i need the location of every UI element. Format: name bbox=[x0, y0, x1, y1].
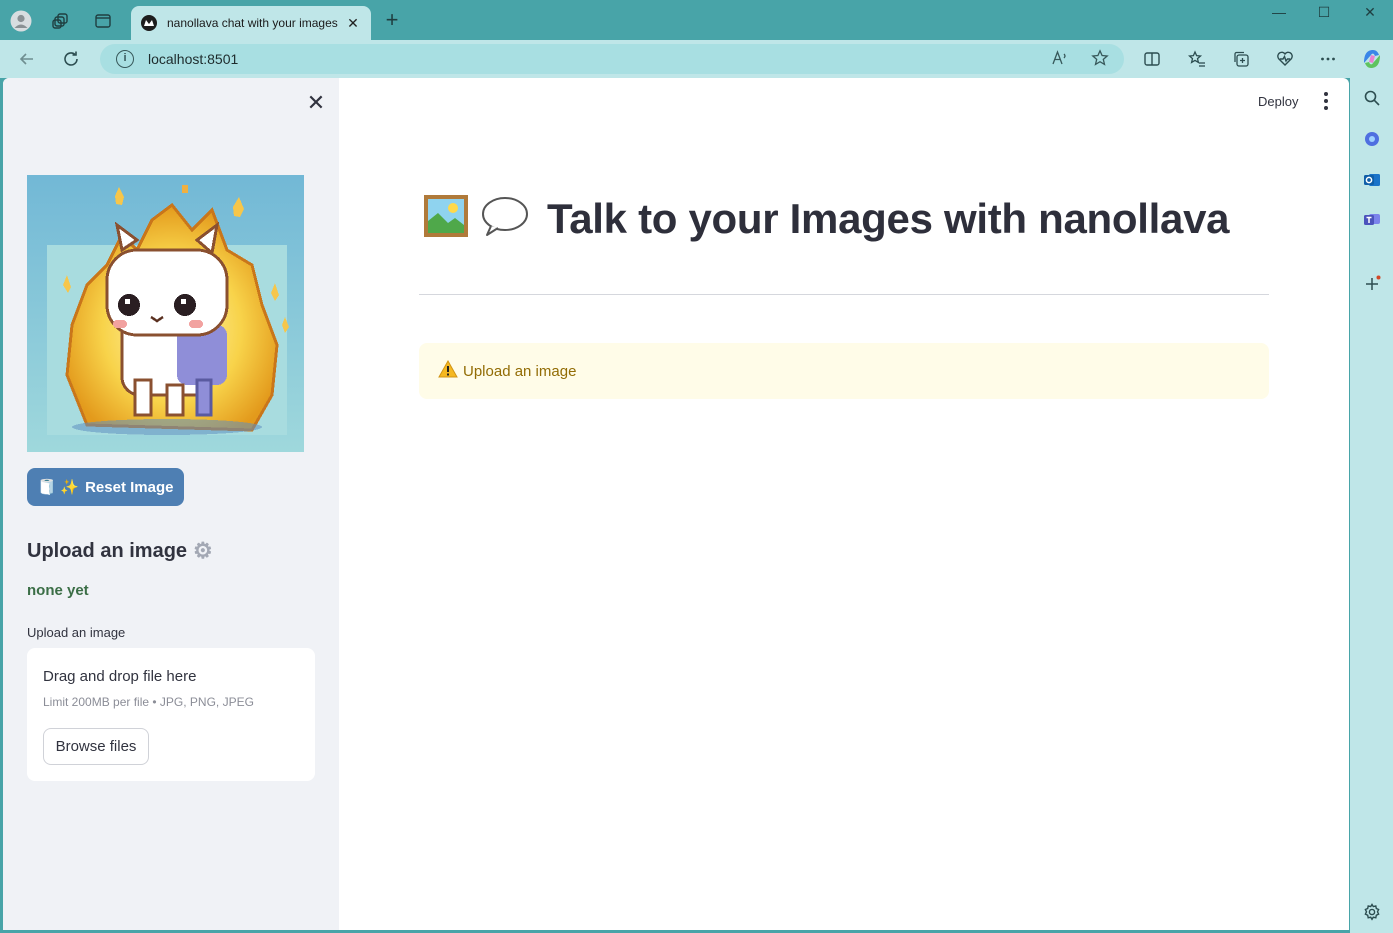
reset-image-label: Reset Image bbox=[85, 478, 174, 496]
url-text[interactable]: localhost:8501 bbox=[148, 51, 238, 67]
browser-essentials-icon[interactable] bbox=[1274, 48, 1296, 70]
upload-status-text: none yet bbox=[27, 582, 89, 599]
browser-nav-bar: i localhost:8501 bbox=[0, 40, 1393, 78]
sidebar-settings-icon[interactable] bbox=[1362, 902, 1382, 922]
page-title-text: Talk to your Images with nanollava bbox=[547, 194, 1230, 242]
close-sidebar-icon[interactable]: ✕ bbox=[304, 92, 328, 116]
tab-title: nanollava chat with your images bbox=[167, 16, 338, 30]
upload-heading: Upload an image ⚙ bbox=[27, 538, 213, 564]
read-aloud-icon[interactable] bbox=[1050, 49, 1070, 69]
upload-heading-text: Upload an image bbox=[27, 539, 188, 562]
close-window-icon[interactable]: ✕ bbox=[1347, 4, 1393, 26]
file-dropzone[interactable]: Drag and drop file here Limit 200MB per … bbox=[27, 648, 315, 781]
outlook-icon[interactable] bbox=[1362, 170, 1382, 190]
maximize-window-icon[interactable]: ☐ bbox=[1301, 4, 1347, 26]
vertical-tabs-icon[interactable] bbox=[92, 10, 114, 32]
app-sidebar: ✕ 🧻 ✨ Reset Image Upload an image ⚙ none… bbox=[3, 78, 339, 930]
active-tab[interactable]: nanollava chat with your images ✕ bbox=[131, 6, 371, 40]
browse-files-button[interactable]: Browse files bbox=[43, 728, 149, 765]
speech-bubble-icon bbox=[481, 195, 529, 242]
collections-icon[interactable] bbox=[1230, 48, 1252, 70]
page-title: Talk to your Images with nanollava bbox=[423, 193, 1229, 244]
favorite-star-icon[interactable] bbox=[1090, 49, 1110, 69]
warning-alert: Upload an image bbox=[419, 343, 1269, 399]
framed-picture-icon bbox=[423, 193, 469, 244]
file-uploader-label: Upload an image bbox=[27, 625, 126, 640]
warning-icon bbox=[438, 359, 458, 383]
favorites-icon[interactable] bbox=[1186, 48, 1208, 70]
tab-close-icon[interactable]: ✕ bbox=[345, 15, 361, 32]
new-tab-button[interactable]: + bbox=[381, 9, 403, 32]
more-options-icon[interactable] bbox=[1317, 48, 1339, 70]
address-bar[interactable]: i localhost:8501 bbox=[100, 44, 1124, 74]
warning-text: Upload an image bbox=[463, 362, 577, 380]
edge-copilot-icon[interactable] bbox=[1362, 129, 1382, 149]
browser-tab-bar: nanollava chat with your images ✕ + — ☐ … bbox=[0, 0, 1393, 40]
deploy-button[interactable]: Deploy bbox=[1250, 92, 1306, 111]
teams-icon[interactable] bbox=[1362, 209, 1382, 229]
reset-emoji-icon: 🧻 ✨ bbox=[37, 479, 80, 496]
main-menu-icon[interactable] bbox=[1318, 90, 1334, 112]
dropzone-limit-text: Limit 200MB per file • JPG, PNG, JPEG bbox=[43, 695, 254, 709]
refresh-icon[interactable] bbox=[60, 48, 82, 70]
title-divider bbox=[419, 294, 1269, 295]
search-icon[interactable] bbox=[1362, 88, 1382, 108]
gear-icon: ⚙ bbox=[193, 538, 213, 563]
workspaces-icon[interactable] bbox=[50, 10, 72, 32]
split-screen-icon[interactable] bbox=[1141, 48, 1163, 70]
site-info-icon[interactable]: i bbox=[116, 50, 134, 68]
dropzone-title: Drag and drop file here bbox=[43, 668, 197, 685]
llama-logo-image bbox=[27, 175, 304, 452]
add-sidebar-app-icon[interactable] bbox=[1362, 274, 1382, 294]
back-arrow-icon[interactable] bbox=[16, 48, 38, 70]
minimize-window-icon[interactable]: — bbox=[1256, 4, 1302, 26]
streamlit-favicon-icon bbox=[141, 15, 157, 31]
edge-sidebar bbox=[1350, 78, 1393, 933]
copilot-icon[interactable] bbox=[1359, 46, 1385, 72]
app-viewport: ✕ 🧻 ✨ Reset Image Upload an image ⚙ none… bbox=[3, 78, 1349, 930]
profile-avatar-icon[interactable] bbox=[10, 10, 32, 32]
reset-image-button[interactable]: 🧻 ✨ Reset Image bbox=[27, 468, 184, 506]
